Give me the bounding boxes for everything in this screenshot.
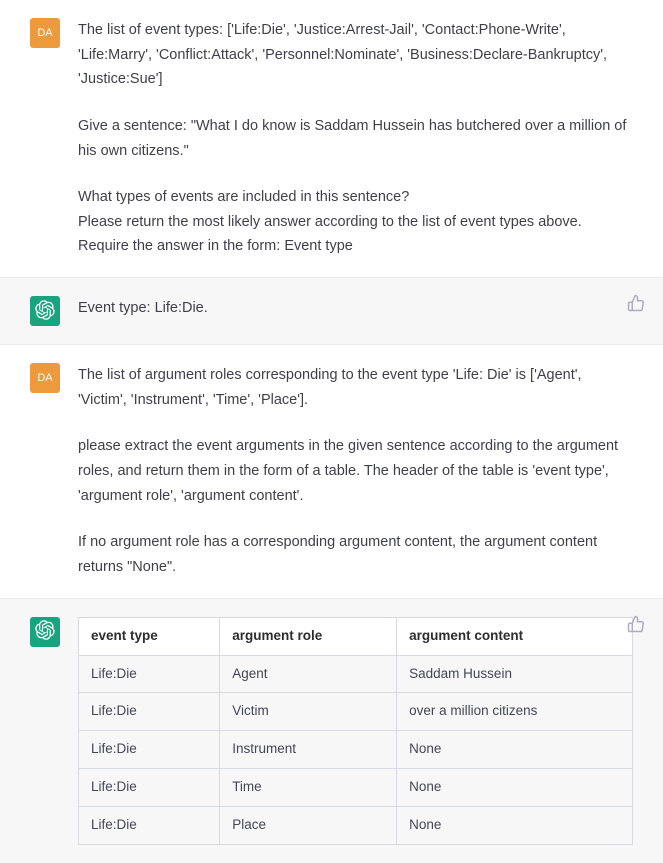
table-cell: Instrument: [220, 731, 397, 769]
thumbs-up-icon[interactable]: [627, 615, 645, 633]
chat-message-user: DA The list of argument roles correspond…: [0, 345, 663, 597]
message-text: If no argument role has a corresponding …: [78, 530, 633, 579]
message-text: Give a sentence: "What I do know is Sadd…: [78, 114, 633, 163]
avatar-label: DA: [37, 27, 52, 39]
table-cell: Place: [220, 807, 397, 845]
openai-icon: [35, 300, 55, 323]
avatar-user: DA: [30, 18, 60, 48]
table-header-row: event type argument role argument conten…: [79, 617, 633, 655]
message-text: please extract the event arguments in th…: [78, 434, 633, 508]
table-header: event type: [79, 617, 220, 655]
message-text: What types of events are included in thi…: [78, 185, 633, 210]
avatar-assistant: [30, 617, 60, 647]
message-text: Event type: Life:Die.: [78, 296, 633, 321]
table-header: argument role: [220, 617, 397, 655]
message-content: The list of event types: ['Life:Die', 'J…: [78, 18, 633, 259]
message-content: Event type: Life:Die.: [78, 296, 633, 326]
table-cell: Time: [220, 769, 397, 807]
table-header: argument content: [397, 617, 633, 655]
message-text: The list of event types: ['Life:Die', 'J…: [78, 18, 633, 92]
avatar-label: DA: [37, 372, 52, 384]
message-text: Require the answer in the form: Event ty…: [78, 234, 633, 259]
table-cell: Victim: [220, 693, 397, 731]
thumbs-up-icon[interactable]: [627, 294, 645, 312]
result-table: event type argument role argument conten…: [78, 617, 633, 846]
avatar-user: DA: [30, 363, 60, 393]
table-row: Life:Die Agent Saddam Hussein: [79, 655, 633, 693]
table-cell: None: [397, 807, 633, 845]
table-cell: Life:Die: [79, 731, 220, 769]
table-cell: over a million citizens: [397, 693, 633, 731]
table-cell: Life:Die: [79, 693, 220, 731]
table-cell: Agent: [220, 655, 397, 693]
message-content: The list of argument roles corresponding…: [78, 363, 633, 579]
chat-message-user: DA The list of event types: ['Life:Die',…: [0, 0, 663, 277]
avatar-assistant: [30, 296, 60, 326]
table-cell: Life:Die: [79, 655, 220, 693]
table-cell: Life:Die: [79, 769, 220, 807]
openai-icon: [35, 620, 55, 643]
table-cell: None: [397, 731, 633, 769]
table-row: Life:Die Instrument None: [79, 731, 633, 769]
table-row: Life:Die Victim over a million citizens: [79, 693, 633, 731]
chat-message-assistant: Event type: Life:Die.: [0, 277, 663, 345]
message-content: event type argument role argument conten…: [78, 617, 633, 846]
chat-message-assistant: event type argument role argument conten…: [0, 598, 663, 863]
table-row: Life:Die Place None: [79, 807, 633, 845]
message-text: The list of argument roles corresponding…: [78, 363, 633, 412]
table-cell: Life:Die: [79, 807, 220, 845]
table-cell: None: [397, 769, 633, 807]
table-row: Life:Die Time None: [79, 769, 633, 807]
table-cell: Saddam Hussein: [397, 655, 633, 693]
message-text: Please return the most likely answer acc…: [78, 210, 633, 235]
